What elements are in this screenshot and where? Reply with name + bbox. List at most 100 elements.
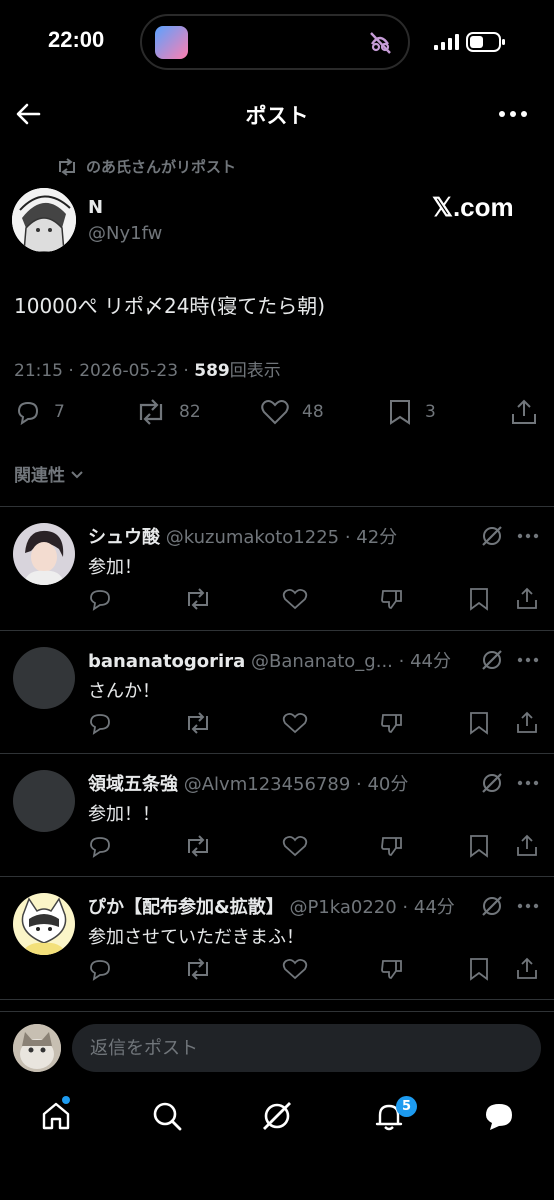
author-avatar[interactable] (12, 188, 76, 252)
repost-icon[interactable] (184, 957, 212, 981)
divider (0, 1011, 554, 1012)
share-icon[interactable] (515, 957, 539, 981)
like-button[interactable]: 48 (260, 398, 324, 426)
share-icon[interactable] (515, 711, 539, 735)
heart-icon[interactable] (282, 711, 308, 735)
dislike-icon[interactable] (380, 834, 404, 858)
bookmark-button[interactable]: 3 (387, 398, 436, 426)
sort-label: 関連性 (14, 466, 65, 486)
repost-icon[interactable] (184, 587, 212, 611)
reply-author-name[interactable]: シュウ酸 (88, 527, 160, 548)
reply-author-name[interactable]: ぴか【配布参加&拡散】 (88, 897, 284, 918)
app-icon (155, 26, 188, 59)
reply-item[interactable]: ぴか【配布参加&拡散】 @P1ka0220 · 44分 参加させていただきまふ！ (0, 877, 554, 1000)
repost-count: 82 (179, 402, 201, 422)
bookmark-icon[interactable] (468, 957, 490, 981)
nav-search[interactable] (147, 1096, 187, 1136)
reply-icon[interactable] (88, 957, 112, 981)
more-options-icon[interactable] (517, 780, 539, 786)
grok-icon (260, 1099, 294, 1133)
reply-text: 参加させていただきまふ！ (88, 927, 304, 948)
reply-avatar[interactable] (13, 523, 75, 585)
nav-home[interactable] (36, 1096, 76, 1136)
grok-icon[interactable] (480, 894, 504, 918)
reply-text: さんか！ (88, 681, 160, 702)
heart-icon[interactable] (282, 587, 308, 611)
reply-author-handle[interactable]: @Bananato_g... (251, 651, 393, 672)
repost-button[interactable]: 82 (135, 398, 201, 426)
chevron-down-icon (69, 466, 85, 482)
reply-icon[interactable] (88, 587, 112, 611)
grok-icon[interactable] (480, 771, 504, 795)
repost-indicator[interactable]: のあ氏さんがリポスト (56, 156, 236, 177)
bookmark-icon[interactable] (468, 834, 490, 858)
reply-author-name[interactable]: 領域五条強 (88, 774, 178, 795)
reply-actions (0, 834, 554, 860)
view-label: 回表示 (229, 361, 281, 381)
bookmark-icon[interactable] (468, 587, 490, 611)
reply-actions (0, 957, 554, 983)
reply-avatar[interactable] (13, 770, 75, 832)
reply-input[interactable] (72, 1024, 541, 1072)
dynamic-island (140, 14, 410, 70)
reply-item[interactable]: 領域五条強 @Alvm123456789 · 40分 参加！！ (0, 754, 554, 877)
reply-author-handle[interactable]: @kuzumakoto1225 (166, 527, 339, 548)
nav-messages[interactable] (479, 1096, 519, 1136)
grok-icon[interactable] (480, 524, 504, 548)
dislike-icon[interactable] (380, 711, 404, 735)
my-avatar[interactable] (13, 1024, 61, 1072)
divider (0, 999, 554, 1000)
sort-dropdown[interactable]: 関連性 (14, 461, 85, 486)
reply-icon (14, 398, 42, 426)
more-options-icon[interactable] (517, 533, 539, 539)
battery-icon (466, 31, 506, 53)
reply-icon[interactable] (88, 711, 112, 735)
reply-actions (0, 587, 554, 613)
more-options-icon[interactable] (498, 108, 528, 120)
bookmark-count: 3 (425, 402, 436, 422)
share-button[interactable] (510, 398, 538, 426)
reply-text: 参加！！ (88, 804, 160, 825)
share-icon (510, 398, 538, 426)
reply-button[interactable]: 7 (14, 398, 65, 426)
nav-grok[interactable] (257, 1096, 297, 1136)
notification-badge: 5 (396, 1096, 417, 1117)
reply-time: 40分 (367, 774, 409, 795)
share-icon[interactable] (515, 587, 539, 611)
page-title: ポスト (245, 104, 309, 128)
search-icon (151, 1100, 183, 1132)
dislike-icon[interactable] (380, 957, 404, 981)
signal-icon (434, 34, 462, 50)
reply-author-name[interactable]: bananatogorira (88, 651, 245, 672)
reply-header: ぴか【配布参加&拡散】 @P1ka0220 · 44分 (88, 897, 455, 918)
reply-avatar[interactable] (13, 647, 75, 709)
repost-icon (135, 398, 167, 426)
heart-icon[interactable] (282, 834, 308, 858)
reply-author-handle[interactable]: @Alvm123456789 (184, 774, 351, 795)
grok-icon[interactable] (480, 648, 504, 672)
home-icon (40, 1100, 72, 1132)
author-handle[interactable]: @Ny1fw (88, 223, 162, 244)
reply-actions (0, 711, 554, 737)
reply-author-handle[interactable]: @P1ka0220 (289, 897, 396, 918)
repost-icon[interactable] (184, 711, 212, 735)
repost-text: のあ氏さんがリポスト (86, 158, 237, 176)
post-meta: 21:15 · 2026-05-23 · 589回表示 (14, 361, 281, 381)
reply-icon[interactable] (88, 834, 112, 858)
repost-icon[interactable] (184, 834, 212, 858)
reply-avatar[interactable] (13, 893, 75, 955)
more-options-icon[interactable] (517, 903, 539, 909)
bookmark-icon[interactable] (468, 711, 490, 735)
heart-icon (260, 398, 290, 426)
reply-item[interactable]: シュウ酸 @kuzumakoto1225 · 42分 参加！ (0, 507, 554, 630)
heart-icon[interactable] (282, 957, 308, 981)
reply-header: シュウ酸 @kuzumakoto1225 · 42分 (88, 527, 398, 548)
reply-item[interactable]: bananatogorira @Bananato_g... · 44分 さんか！ (0, 631, 554, 754)
more-options-icon[interactable] (517, 657, 539, 663)
view-count[interactable]: 589 (194, 361, 230, 381)
reply-header: 領域五条強 @Alvm123456789 · 40分 (88, 774, 409, 795)
dislike-icon[interactable] (380, 587, 404, 611)
author-name[interactable]: N (88, 197, 103, 218)
reply-text: 参加！ (88, 557, 142, 578)
share-icon[interactable] (515, 834, 539, 858)
